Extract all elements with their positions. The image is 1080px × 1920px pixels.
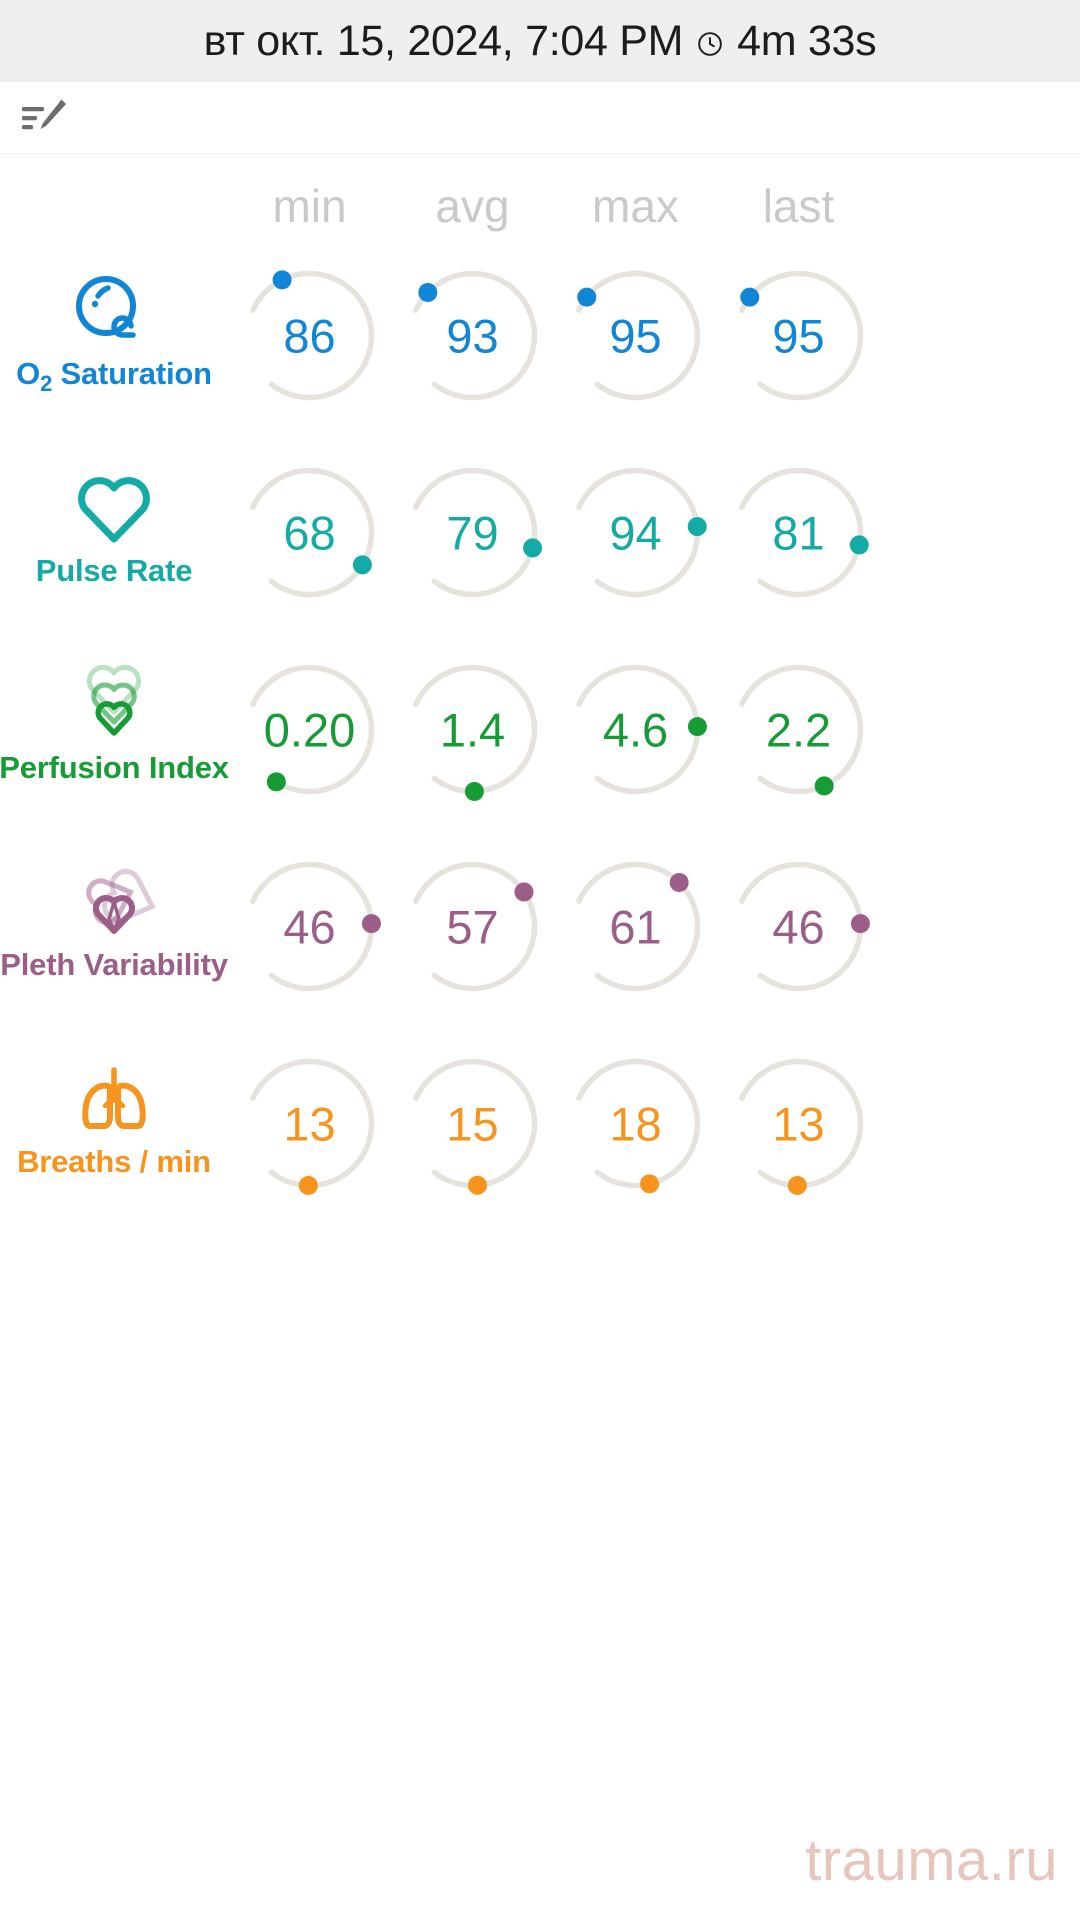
gauge-pulse-rate-max[interactable]: 94	[554, 449, 717, 614]
metrics-grid: min avg max last O2 Saturation 86 93 95 95 Pu…	[0, 154, 1080, 1237]
gauge-perfusion-index-min[interactable]: 0.20	[228, 646, 391, 811]
metric-rows-host: O2 Saturation 86 93 95 95 Pulse Rate 68 79 94 81 P…	[0, 252, 1080, 1237]
gauge-o2-saturation-max[interactable]: 95	[554, 252, 717, 417]
gauge-value-pulse-rate-avg: 79	[446, 507, 498, 560]
gauge-value-o2-saturation-max: 95	[609, 310, 661, 363]
session-summary-screen: вт окт. 15, 2024, 7:04 PM 4m 33s min avg…	[0, 0, 1080, 1920]
metric-label-cell-pulse-rate[interactable]: Pulse Rate	[0, 449, 228, 589]
gauge-value-breaths-per-min-last: 13	[772, 1098, 824, 1151]
gauge-marker-pleth-variability-avg	[514, 882, 534, 902]
column-header-min-label: min	[272, 180, 347, 232]
lungs-icon	[68, 1056, 160, 1140]
gauge-perfusion-index-avg[interactable]: 1.4	[391, 646, 554, 811]
column-header-avg: avg	[391, 179, 554, 233]
gauge-value-pulse-rate-last: 81	[772, 507, 824, 560]
gauge-marker-pulse-rate-min	[352, 555, 372, 575]
gauge-marker-o2-saturation-min	[272, 270, 292, 290]
metric-name-pleth-variability: Pleth Variability	[0, 947, 228, 982]
gauge-marker-perfusion-index-min	[266, 772, 286, 792]
site-watermark: trauma.ru	[805, 1828, 1058, 1893]
gauge-pleth-variability-last[interactable]: 46	[717, 843, 880, 1008]
metric-label-cell-pleth-variability[interactable]: Pleth Variability	[0, 843, 228, 983]
gauge-marker-perfusion-index-max	[687, 717, 707, 737]
heart-outline-icon	[68, 465, 160, 549]
column-header-max-label: max	[592, 180, 679, 232]
gauge-perfusion-index-max[interactable]: 4.6	[554, 646, 717, 811]
gauge-o2-saturation-min[interactable]: 86	[228, 252, 391, 417]
column-header-max: max	[554, 179, 717, 233]
gauge-marker-pulse-rate-last	[849, 535, 869, 555]
metric-label-cell-breaths-per-min[interactable]: Breaths / min	[0, 1040, 228, 1180]
column-header-avg-label: avg	[435, 180, 510, 232]
session-datetime: вт окт. 15, 2024, 7:04 PM	[203, 16, 684, 65]
gauge-value-pleth-variability-min: 46	[283, 901, 335, 954]
gauge-marker-o2-saturation-avg	[418, 283, 438, 303]
gauge-pulse-rate-last[interactable]: 81	[717, 449, 880, 614]
gauge-marker-perfusion-index-avg	[464, 781, 484, 801]
session-titlebar: вт окт. 15, 2024, 7:04 PM 4m 33s	[0, 0, 1080, 82]
gauge-value-perfusion-index-min: 0.20	[264, 704, 355, 757]
gauge-marker-pleth-variability-last	[850, 914, 870, 934]
gauge-marker-breaths-per-min-min	[298, 1175, 318, 1195]
clock-icon	[697, 31, 723, 57]
gauge-breaths-per-min-last[interactable]: 13	[717, 1040, 880, 1205]
gauge-marker-o2-saturation-last	[740, 287, 760, 307]
column-header-last: last	[717, 179, 880, 233]
column-header-min: min	[228, 179, 391, 233]
metric-label-cell-o2-saturation[interactable]: O2 Saturation	[0, 252, 228, 397]
gauge-marker-pleth-variability-min	[361, 914, 381, 934]
gauge-marker-perfusion-index-last	[814, 776, 834, 796]
o2-bubble-icon	[68, 268, 160, 352]
edit-note-icon[interactable]	[20, 96, 72, 140]
metric-name-breaths-per-min: Breaths / min	[17, 1144, 211, 1179]
metric-name-o2-saturation: O2 Saturation	[16, 356, 212, 397]
gauge-marker-pulse-rate-avg	[523, 538, 543, 558]
gauge-value-breaths-per-min-min: 13	[283, 1098, 335, 1151]
gauge-breaths-per-min-max[interactable]: 18	[554, 1040, 717, 1205]
gauge-pleth-variability-max[interactable]: 61	[554, 843, 717, 1008]
gauge-value-pleth-variability-max: 61	[609, 901, 661, 954]
gauge-pleth-variability-min[interactable]: 46	[228, 843, 391, 1008]
metric-row-pleth-variability: Pleth Variability 46 57 61 46	[0, 843, 1080, 1040]
column-header-row: min avg max last	[0, 160, 1080, 252]
gauge-value-o2-saturation-last: 95	[772, 310, 824, 363]
session-toolbar	[0, 82, 1080, 154]
gauge-pulse-rate-avg[interactable]: 79	[391, 449, 554, 614]
metric-label-cell-perfusion-index[interactable]: Perfusion Index	[0, 646, 229, 786]
gauge-value-breaths-per-min-avg: 15	[446, 1098, 498, 1151]
gauge-o2-saturation-avg[interactable]: 93	[391, 252, 554, 417]
gauge-value-pleth-variability-avg: 57	[446, 901, 498, 954]
metric-row-o2-saturation: O2 Saturation 86 93 95 95	[0, 252, 1080, 449]
gauge-pleth-variability-avg[interactable]: 57	[391, 843, 554, 1008]
metric-row-perfusion-index: Perfusion Index 0.20 1.4 4.6 2.2	[0, 646, 1080, 843]
gauge-marker-pleth-variability-max	[669, 872, 689, 892]
session-duration: 4m 33s	[737, 16, 877, 65]
gauge-value-o2-saturation-min: 86	[283, 310, 335, 363]
metric-row-pulse-rate: Pulse Rate 68 79 94 81	[0, 449, 1080, 646]
gauge-perfusion-index-last[interactable]: 2.2	[717, 646, 880, 811]
overlapping-hearts-icon	[68, 859, 160, 943]
metric-name-perfusion-index: Perfusion Index	[0, 750, 229, 785]
gauge-marker-breaths-per-min-last	[787, 1175, 807, 1195]
gauge-value-pleth-variability-last: 46	[772, 901, 824, 954]
gauge-breaths-per-min-min[interactable]: 13	[228, 1040, 391, 1205]
gauge-value-perfusion-index-last: 2.2	[766, 704, 831, 757]
gauge-value-perfusion-index-avg: 1.4	[440, 704, 505, 757]
column-header-last-label: last	[762, 180, 835, 232]
triple-heart-icon	[68, 662, 160, 746]
gauge-value-pulse-rate-max: 94	[609, 507, 661, 560]
gauge-marker-breaths-per-min-max	[640, 1174, 660, 1194]
gauge-breaths-per-min-avg[interactable]: 15	[391, 1040, 554, 1205]
gauge-value-o2-saturation-avg: 93	[446, 310, 498, 363]
gauge-marker-o2-saturation-max	[577, 287, 597, 307]
gauge-value-pulse-rate-min: 68	[283, 507, 335, 560]
gauge-marker-breaths-per-min-avg	[467, 1175, 487, 1195]
metric-name-pulse-rate: Pulse Rate	[35, 553, 193, 588]
gauge-o2-saturation-last[interactable]: 95	[717, 252, 880, 417]
gauge-value-breaths-per-min-max: 18	[609, 1098, 661, 1151]
metric-row-breaths-per-min: Breaths / min 13 15 18 13	[0, 1040, 1080, 1237]
gauge-pulse-rate-min[interactable]: 68	[228, 449, 391, 614]
gauge-marker-pulse-rate-max	[687, 517, 707, 537]
gauge-value-perfusion-index-max: 4.6	[603, 704, 668, 757]
